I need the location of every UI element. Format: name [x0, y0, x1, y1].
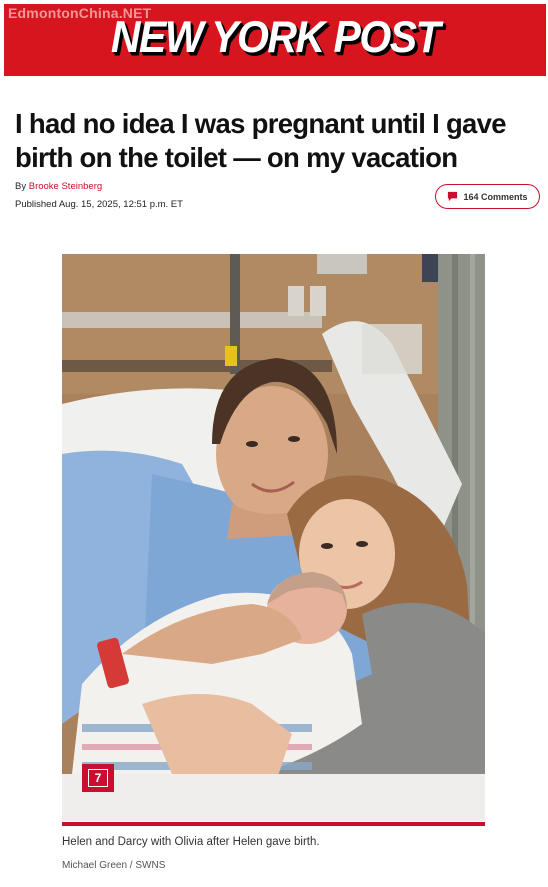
article-headline: I had no idea I was pregnant until I gav… [15, 108, 507, 173]
publish-date: Published Aug. 15, 2025, 12:51 p.m. ET [15, 199, 183, 210]
author-link[interactable]: Brooke Steinberg [29, 181, 102, 192]
comments-button[interactable]: 164 Comments [435, 184, 540, 209]
photo-caption: Helen and Darcy with Olivia after Helen … [62, 836, 320, 848]
photo-illustration [62, 254, 485, 821]
comment-icon [448, 191, 458, 202]
byline-prefix: By [15, 181, 27, 192]
byline: By Brooke Steinberg [15, 181, 102, 192]
comments-count-label: 164 Comments [463, 191, 528, 202]
photo-credit: Michael Green / SWNS [62, 860, 166, 871]
site-logo[interactable]: NEW YORK POST [4, 12, 546, 63]
masthead: EdmontonChina.NET NEW YORK POST [4, 4, 546, 76]
caption-divider [62, 822, 485, 826]
photo-gallery-badge[interactable]: 7 [82, 764, 114, 792]
article-photo[interactable] [62, 254, 485, 821]
photo-count: 7 [88, 769, 108, 787]
